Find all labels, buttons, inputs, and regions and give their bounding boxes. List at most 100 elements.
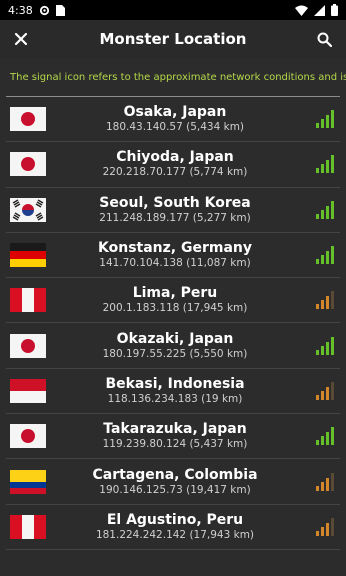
page-title: Monster Location [99,30,247,48]
signal-bar [331,246,334,265]
location-row[interactable]: Okazaki, Japan 180.197.55.225 (5,550 km) [6,323,340,369]
signal-bar [316,259,319,265]
location-name: Cartagena, Colombia [92,466,258,483]
sim-card-icon [55,4,65,16]
location-name: Takarazuka, Japan [103,421,247,438]
location-info: Seoul, South Korea 211.248.189.177 (5,27… [46,195,340,225]
japan-flag-icon [10,424,46,449]
location-row[interactable]: Seoul, South Korea 211.248.189.177 (5,27… [6,188,340,233]
location-name: Bekasi, Indonesia [105,375,245,392]
location-info: Takarazuka, Japan 119.239.80.124 (5,437 … [46,421,340,451]
signal-bar [326,386,329,400]
location-detail: 180.197.55.225 (5,550 km) [102,347,248,360]
signal-notice: The signal icon refers to the approximat… [10,71,346,83]
signal-bar [321,300,324,310]
location-row[interactable]: Konstanz, Germany 141.70.104.138 (11,087… [6,233,340,279]
japan-flag-icon [10,107,46,132]
location-detail: 211.248.189.177 (5,277 km) [99,211,251,224]
location-name: El Agustino, Peru [106,511,244,528]
location-detail: 220.218.70.177 (5,774 km) [102,166,248,179]
colombia-flag-icon [10,469,46,494]
signal-bar [321,119,324,129]
signal-strength-icon [316,110,334,129]
signal-bar [326,205,329,219]
location-row[interactable]: Bekasi, Indonesia 118.136.234.183 (19 km… [6,369,340,415]
signal-bar [331,336,334,355]
gear-icon [39,5,50,16]
signal-strength-icon [316,155,334,174]
signal-strength-icon [316,427,334,446]
signal-bar [331,472,334,491]
location-detail: 119.239.80.124 (5,437 km) [102,438,248,451]
signal-bar [331,517,334,536]
signal-bar [316,485,319,491]
signal-strength-icon [316,517,334,536]
signal-bar [331,291,334,310]
location-row[interactable]: Lima, Peru 200.1.183.118 (17,945 km) [6,278,340,324]
signal-bar [331,110,334,129]
signal-bar [321,481,324,491]
location-row[interactable]: Cartagena, Colombia 190.146.125.73 (19,4… [6,459,340,505]
location-detail: 190.146.125.73 (19,417 km) [99,483,251,496]
signal-bar [316,168,319,174]
location-detail: 180.43.140.57 (5,434 km) [105,121,245,134]
app-bar: Monster Location [0,20,346,58]
signal-bar [321,526,324,536]
location-info: Chiyoda, Japan 220.218.70.177 (5,774 km) [46,149,340,179]
signal-bar [326,160,329,174]
signal-bar [321,345,324,355]
location-detail: 118.136.234.183 (19 km) [107,392,243,405]
japan-flag-icon [10,333,46,358]
signal-bar [316,123,319,129]
location-info: El Agustino, Peru 181.224.242.142 (17,94… [46,512,340,542]
signal-bar [331,200,334,219]
location-name: Lima, Peru [132,285,218,302]
signal-bar [321,390,324,400]
status-time: 4:38 [8,3,33,17]
location-list: Osaka, Japan 180.43.140.57 (5,434 km) Ch… [6,97,340,550]
wifi-icon [295,5,308,16]
location-info: Okazaki, Japan 180.197.55.225 (5,550 km) [46,331,340,361]
close-icon[interactable] [10,28,32,50]
signal-bar [316,304,319,310]
signal-bar [326,341,329,355]
signal-bar [316,349,319,355]
signal-bar [316,530,319,536]
location-info: Cartagena, Colombia 190.146.125.73 (19,4… [46,467,340,497]
location-name: Chiyoda, Japan [116,149,234,166]
signal-bar [326,115,329,129]
battery-icon [331,4,338,16]
search-icon[interactable] [314,28,336,50]
signal-bar [321,209,324,219]
signal-strength-icon [316,381,334,400]
signal-bar [326,251,329,265]
location-detail: 181.224.242.142 (17,943 km) [95,528,255,541]
signal-bar [331,155,334,174]
signal-bar [326,522,329,536]
location-info: Konstanz, Germany 141.70.104.138 (11,087… [46,240,340,270]
signal-bar [326,477,329,491]
location-info: Bekasi, Indonesia 118.136.234.183 (19 km… [46,376,340,406]
signal-bar [331,381,334,400]
location-detail: 141.70.104.138 (11,087 km) [99,257,251,270]
signal-bar [316,213,319,219]
status-bar: 4:38 [0,0,346,20]
location-name: Konstanz, Germany [98,240,252,257]
signal-strength-icon [316,336,334,355]
location-info: Osaka, Japan 180.43.140.57 (5,434 km) [46,104,340,134]
signal-bar [331,427,334,446]
signal-strength-icon [316,291,334,310]
indonesia-flag-icon [10,378,46,403]
location-name: Seoul, South Korea [99,194,251,211]
location-row[interactable]: El Agustino, Peru 181.224.242.142 (17,94… [6,505,340,550]
peru-flag-icon [10,514,46,539]
location-row[interactable]: Osaka, Japan 180.43.140.57 (5,434 km) [6,97,340,143]
germany-flag-icon [10,243,46,268]
location-name: Okazaki, Japan [116,330,234,347]
peru-flag-icon [10,288,46,313]
japan-flag-icon [10,152,46,177]
location-name: Osaka, Japan [123,104,227,121]
cell-signal-icon [314,4,325,16]
location-row[interactable]: Chiyoda, Japan 220.218.70.177 (5,774 km) [6,142,340,188]
location-row[interactable]: Takarazuka, Japan 119.239.80.124 (5,437 … [6,414,340,460]
